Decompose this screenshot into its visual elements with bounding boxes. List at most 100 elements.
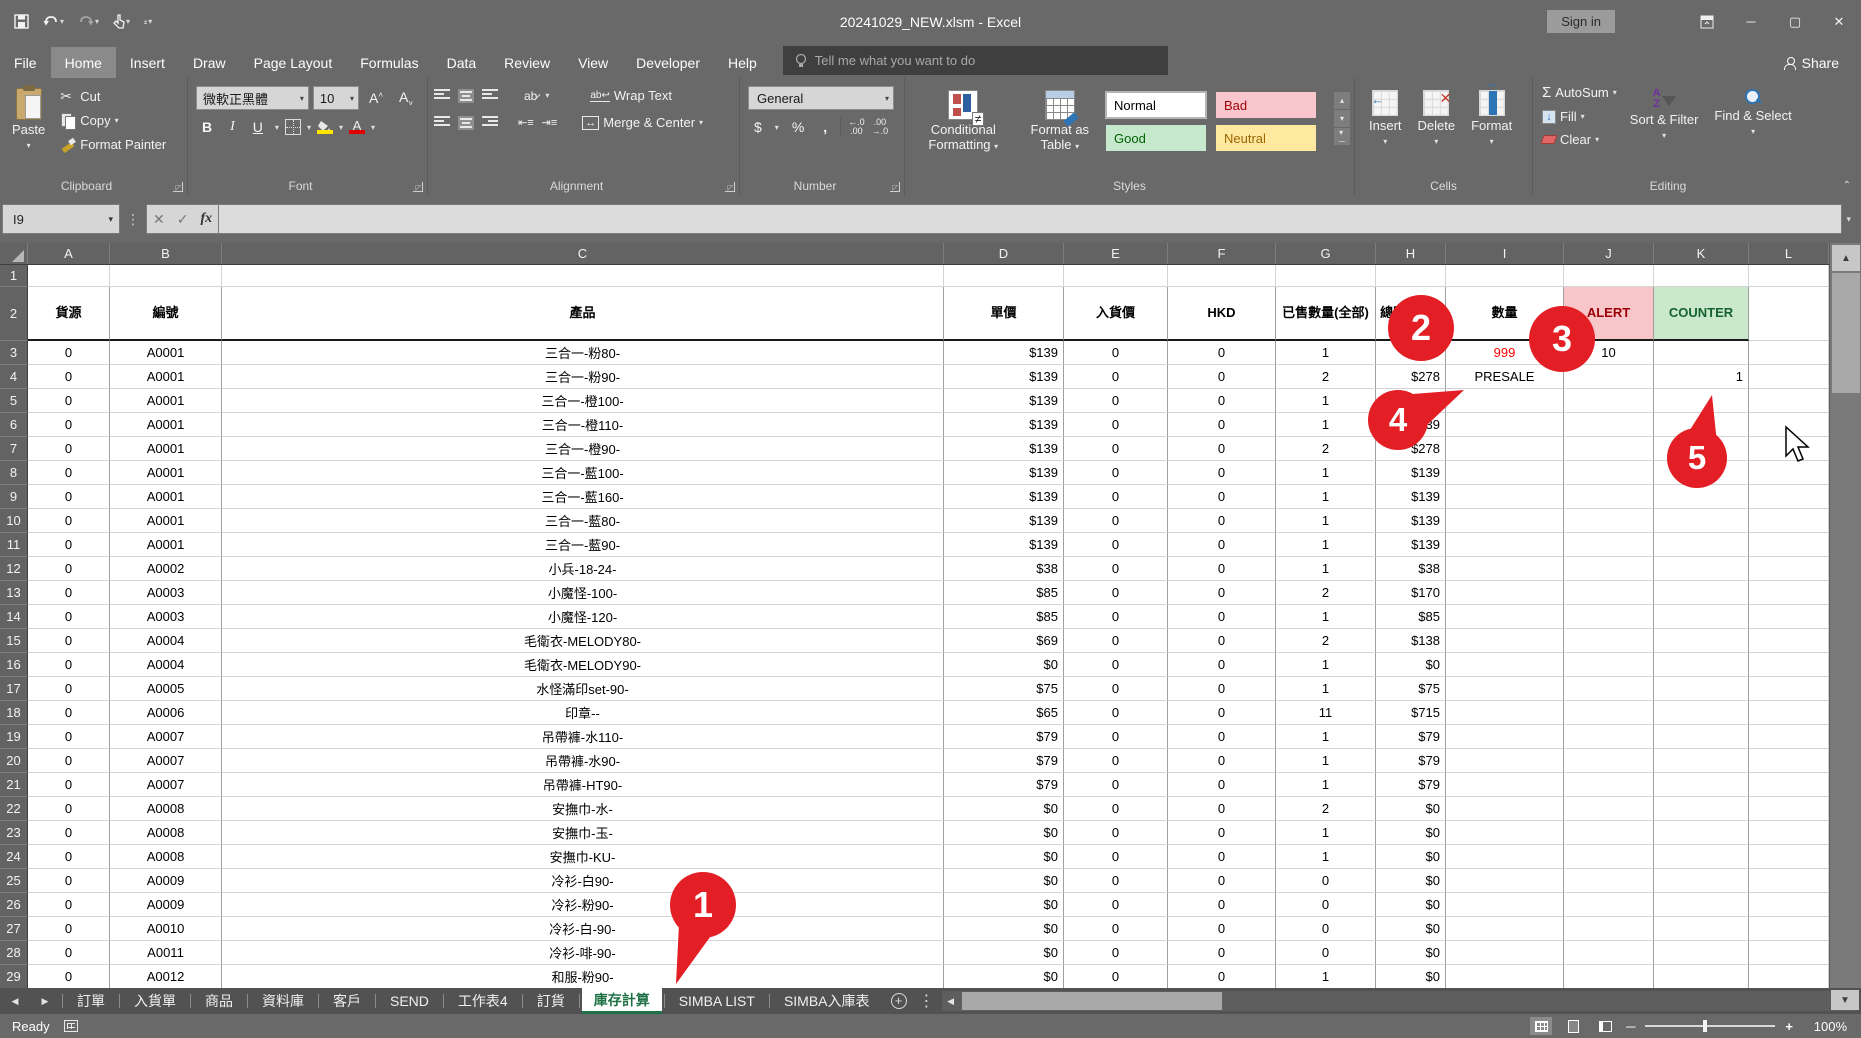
row-header-8[interactable]: 8 xyxy=(0,461,28,485)
header-cell-J[interactable]: ALERT xyxy=(1564,287,1654,341)
cell-F19[interactable]: 0 xyxy=(1168,725,1276,749)
align-left-icon[interactable] xyxy=(434,116,450,130)
cell-K10[interactable] xyxy=(1654,509,1749,533)
previous-sheet-icon[interactable]: ◀ xyxy=(0,988,30,1014)
cell-G14[interactable]: 1 xyxy=(1276,605,1376,629)
number-format-select[interactable]: General▾ xyxy=(748,86,894,110)
copy-button[interactable]: Copy ▾ xyxy=(57,110,169,130)
cell[interactable] xyxy=(1749,365,1829,389)
cell-B23[interactable]: A0008 xyxy=(110,821,222,845)
row-header-4[interactable]: 4 xyxy=(0,365,28,389)
cell-I3[interactable]: 999 xyxy=(1446,341,1564,365)
cell-E25[interactable]: 0 xyxy=(1064,869,1168,893)
column-header-D[interactable]: D xyxy=(944,243,1064,264)
decrease-decimal-icon[interactable]: .00→.0 xyxy=(872,118,889,136)
cancel-entry-icon[interactable]: ✕ xyxy=(153,211,165,228)
align-center-icon[interactable] xyxy=(458,116,474,130)
cell[interactable] xyxy=(1168,265,1276,287)
cell-C10[interactable]: 三合一-藍80- xyxy=(222,509,944,533)
cell-H7[interactable]: $278 xyxy=(1376,437,1446,461)
cell-H14[interactable]: $85 xyxy=(1376,605,1446,629)
cut-button[interactable]: Cut xyxy=(57,86,169,106)
undo-icon[interactable]: ▾ xyxy=(39,12,68,32)
column-header-A[interactable]: A xyxy=(28,243,110,264)
cell-D9[interactable]: $139 xyxy=(944,485,1064,509)
cell-A24[interactable]: 0 xyxy=(28,845,110,869)
cell-C11[interactable]: 三合一-藍90- xyxy=(222,533,944,557)
cell[interactable] xyxy=(1749,557,1829,581)
cell-H20[interactable]: $79 xyxy=(1376,749,1446,773)
cell-J28[interactable] xyxy=(1564,941,1654,965)
sign-in-button[interactable]: Sign in xyxy=(1547,10,1615,33)
cell-G20[interactable]: 1 xyxy=(1276,749,1376,773)
cell-I19[interactable] xyxy=(1446,725,1564,749)
sheet-tab-入貨單[interactable]: 入貨單 xyxy=(122,988,188,1014)
cell-H17[interactable]: $75 xyxy=(1376,677,1446,701)
cell-J29[interactable] xyxy=(1564,965,1654,988)
cell-K15[interactable] xyxy=(1654,629,1749,653)
cell-J23[interactable] xyxy=(1564,821,1654,845)
cell-I17[interactable] xyxy=(1446,677,1564,701)
cell[interactable] xyxy=(1749,869,1829,893)
cell[interactable] xyxy=(1749,749,1829,773)
cell-B24[interactable]: A0008 xyxy=(110,845,222,869)
close-button[interactable]: ✕ xyxy=(1817,0,1861,43)
cell-B19[interactable]: A0007 xyxy=(110,725,222,749)
cell-D4[interactable]: $139 xyxy=(944,365,1064,389)
cell-I21[interactable] xyxy=(1446,773,1564,797)
cell[interactable] xyxy=(222,265,944,287)
vertical-scrollbar[interactable]: ▲ xyxy=(1829,243,1861,988)
cell-E18[interactable]: 0 xyxy=(1064,701,1168,725)
cell-D25[interactable]: $0 xyxy=(944,869,1064,893)
cell-I16[interactable] xyxy=(1446,653,1564,677)
cell-D17[interactable]: $75 xyxy=(944,677,1064,701)
maximize-button[interactable]: ▢ xyxy=(1773,0,1817,43)
sheet-tab-資料庫[interactable]: 資料庫 xyxy=(250,988,316,1014)
row-header-16[interactable]: 16 xyxy=(0,653,28,677)
cell-I11[interactable] xyxy=(1446,533,1564,557)
cell-D10[interactable]: $139 xyxy=(944,509,1064,533)
cell-I13[interactable] xyxy=(1446,581,1564,605)
cell-E24[interactable]: 0 xyxy=(1064,845,1168,869)
cell-H10[interactable]: $139 xyxy=(1376,509,1446,533)
menu-tab-help[interactable]: Help xyxy=(714,47,771,78)
cell-J3[interactable]: 10 xyxy=(1564,341,1654,365)
cell-A26[interactable]: 0 xyxy=(28,893,110,917)
cell-C16[interactable]: 毛衛衣-MELODY90- xyxy=(222,653,944,677)
sheet-tab-工作表4[interactable]: 工作表4 xyxy=(446,988,520,1014)
cell-A23[interactable]: 0 xyxy=(28,821,110,845)
cell-D7[interactable]: $139 xyxy=(944,437,1064,461)
cell[interactable] xyxy=(1276,265,1376,287)
cell-B26[interactable]: A0009 xyxy=(110,893,222,917)
cell-K7[interactable] xyxy=(1654,437,1749,461)
cell-J27[interactable] xyxy=(1564,917,1654,941)
cell-J16[interactable] xyxy=(1564,653,1654,677)
cell-H23[interactable]: $0 xyxy=(1376,821,1446,845)
column-header-L[interactable]: L xyxy=(1749,243,1829,264)
cell-B6[interactable]: A0001 xyxy=(110,413,222,437)
header-cell-H[interactable]: 總賺(全部) xyxy=(1376,287,1446,341)
column-header-H[interactable]: H xyxy=(1376,243,1446,264)
cell[interactable] xyxy=(1376,265,1446,287)
cell-B5[interactable]: A0001 xyxy=(110,389,222,413)
cell-H6[interactable]: $139 xyxy=(1376,413,1446,437)
cell-J14[interactable] xyxy=(1564,605,1654,629)
cell-E22[interactable]: 0 xyxy=(1064,797,1168,821)
row-header-7[interactable]: 7 xyxy=(0,437,28,461)
cell-B11[interactable]: A0001 xyxy=(110,533,222,557)
header-cell-K[interactable]: COUNTER xyxy=(1654,287,1749,341)
column-header-E[interactable]: E xyxy=(1064,243,1168,264)
cell-D3[interactable]: $139 xyxy=(944,341,1064,365)
cell-B20[interactable]: A0007 xyxy=(110,749,222,773)
select-all-corner[interactable] xyxy=(0,243,28,264)
cell[interactable] xyxy=(1749,677,1829,701)
cell-K27[interactable] xyxy=(1654,917,1749,941)
cell-E7[interactable]: 0 xyxy=(1064,437,1168,461)
cell-A3[interactable]: 0 xyxy=(28,341,110,365)
clear-button[interactable]: Clear▾ xyxy=(1539,130,1620,149)
ribbon-display-options-icon[interactable] xyxy=(1685,0,1729,43)
cell-H29[interactable]: $0 xyxy=(1376,965,1446,988)
merge-center-button[interactable]: ↔Merge & Center▾ xyxy=(579,113,706,132)
cell-E17[interactable]: 0 xyxy=(1064,677,1168,701)
wrap-text-button[interactable]: ab↩Wrap Text xyxy=(587,86,675,105)
